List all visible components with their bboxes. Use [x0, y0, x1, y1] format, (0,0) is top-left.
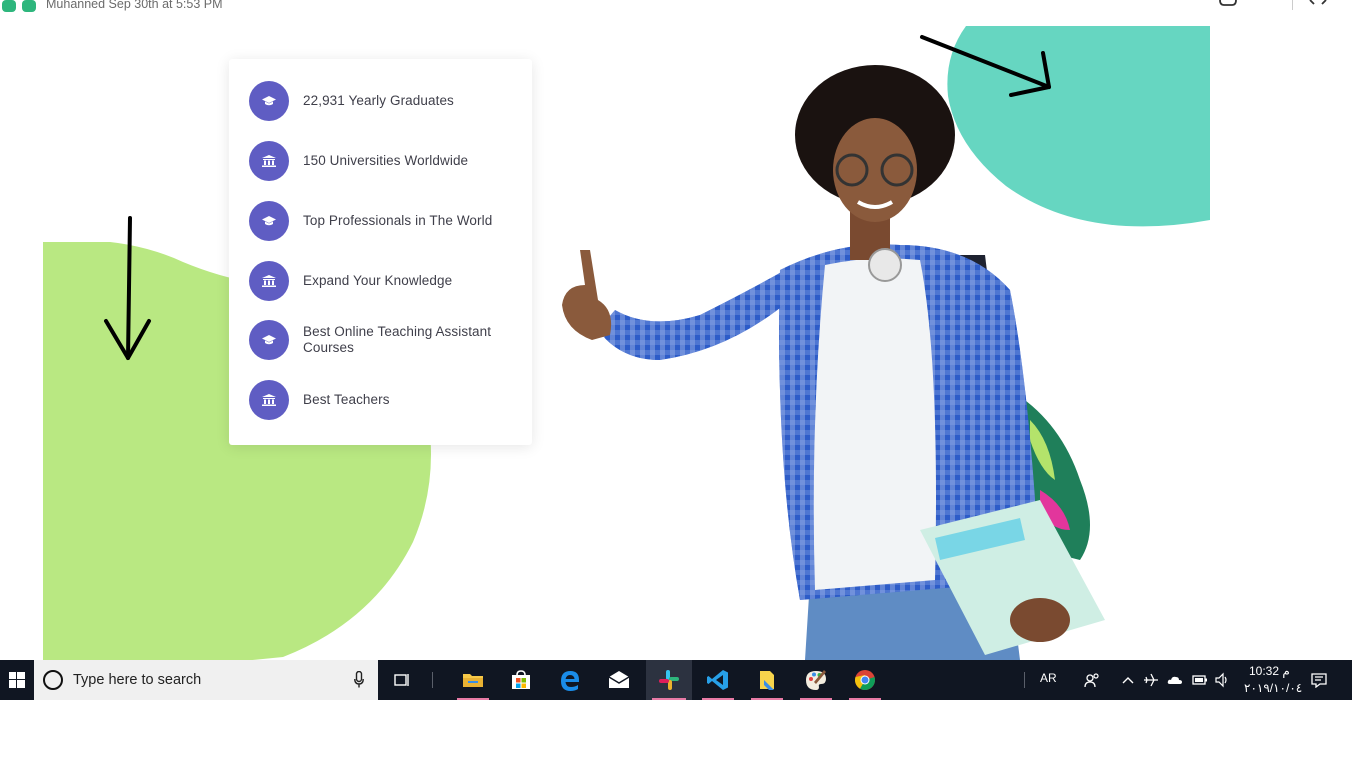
feature-item: 150 Universities Worldwide — [249, 139, 519, 183]
slack-app[interactable] — [646, 660, 692, 700]
paint-app[interactable] — [794, 660, 838, 700]
edge-browser-icon — [561, 671, 579, 691]
document-pen-icon — [760, 671, 774, 690]
paint-palette-icon — [806, 670, 826, 690]
start-button[interactable] — [0, 660, 34, 700]
chrome-icon — [855, 670, 875, 691]
graduation-cap-icon — [249, 201, 289, 241]
microphone-icon[interactable] — [354, 671, 364, 688]
chrome-app[interactable] — [843, 660, 887, 700]
folder-icon — [463, 674, 483, 687]
feature-item: Best Teachers — [249, 378, 519, 422]
task-view-icon — [394, 674, 409, 686]
taskbar-divider — [432, 672, 433, 688]
feature-label: 150 Universities Worldwide — [303, 153, 469, 168]
windows-logo-icon — [9, 672, 25, 688]
clock-date[interactable]: ٢٠١٩/١٠/٠٤ — [1244, 681, 1302, 695]
feature-label: Expand Your Knowledge — [303, 273, 453, 288]
battery-icon[interactable] — [1192, 672, 1208, 688]
message-caption: Muhanned Sep 30th at 5:53 PM — [46, 0, 223, 11]
feature-item: Best Online Teaching Assistant Courses — [249, 318, 519, 362]
mail-envelope-icon — [608, 671, 630, 688]
graduation-cap-icon — [249, 81, 289, 121]
chevron-up-icon[interactable] — [1120, 672, 1136, 688]
search-placeholder[interactable]: Type here to search — [73, 672, 201, 688]
feature-item: Expand Your Knowledge — [249, 259, 519, 303]
university-icon — [249, 261, 289, 301]
feature-label: 22,931 Yearly Graduates — [303, 93, 454, 108]
vscode-app[interactable] — [696, 660, 740, 700]
taskbar-divider — [1024, 672, 1025, 688]
graduation-cap-icon — [249, 320, 289, 360]
university-icon — [249, 380, 289, 420]
taskbar-search-box[interactable]: Type here to search — [34, 660, 378, 700]
windows-taskbar: Type here to search AR 10:32 م ٢٠١٩/١٠/٠… — [0, 660, 1352, 700]
store-bag-icon — [512, 670, 530, 689]
close-icon[interactable] — [1308, 0, 1328, 6]
divider — [1292, 0, 1293, 10]
sticky-explorer-app[interactable] — [745, 660, 789, 700]
feature-item: 22,931 Yearly Graduates — [249, 79, 519, 123]
features-card: 22,931 Yearly Graduates 150 Universities… — [229, 59, 532, 445]
input-language-indicator[interactable]: AR — [1040, 671, 1057, 685]
slack-icon — [659, 670, 679, 690]
feature-label: Best Online Teaching Assistant Courses — [303, 324, 492, 355]
airplane-icon[interactable] — [1143, 672, 1159, 688]
student-photo — [562, 65, 1105, 660]
action-center-icon[interactable] — [1311, 672, 1327, 688]
cortana-icon[interactable] — [43, 670, 63, 690]
desktop-edge — [1352, 660, 1366, 700]
volume-icon[interactable] — [1214, 672, 1230, 688]
vscode-icon — [707, 670, 728, 690]
edge-app[interactable] — [548, 660, 592, 700]
microsoft-store-app[interactable] — [499, 660, 543, 700]
chat-header: Muhanned Sep 30th at 5:53 PM — [0, 0, 1366, 14]
window-icon[interactable] — [1218, 0, 1238, 6]
mail-app[interactable] — [597, 660, 641, 700]
clock-time[interactable]: 10:32 م — [1249, 664, 1290, 678]
blank-area — [0, 700, 1366, 768]
university-icon — [249, 141, 289, 181]
file-explorer-app[interactable] — [451, 660, 495, 700]
slack-logo-icon — [2, 0, 36, 12]
onedrive-cloud-icon[interactable] — [1167, 672, 1183, 688]
feature-label: Top Professionals in The World — [303, 213, 493, 228]
people-icon[interactable] — [1084, 672, 1100, 688]
feature-item: Top Professionals in The World — [249, 199, 519, 243]
task-view-button[interactable] — [388, 660, 416, 700]
feature-label: Best Teachers — [303, 392, 390, 407]
